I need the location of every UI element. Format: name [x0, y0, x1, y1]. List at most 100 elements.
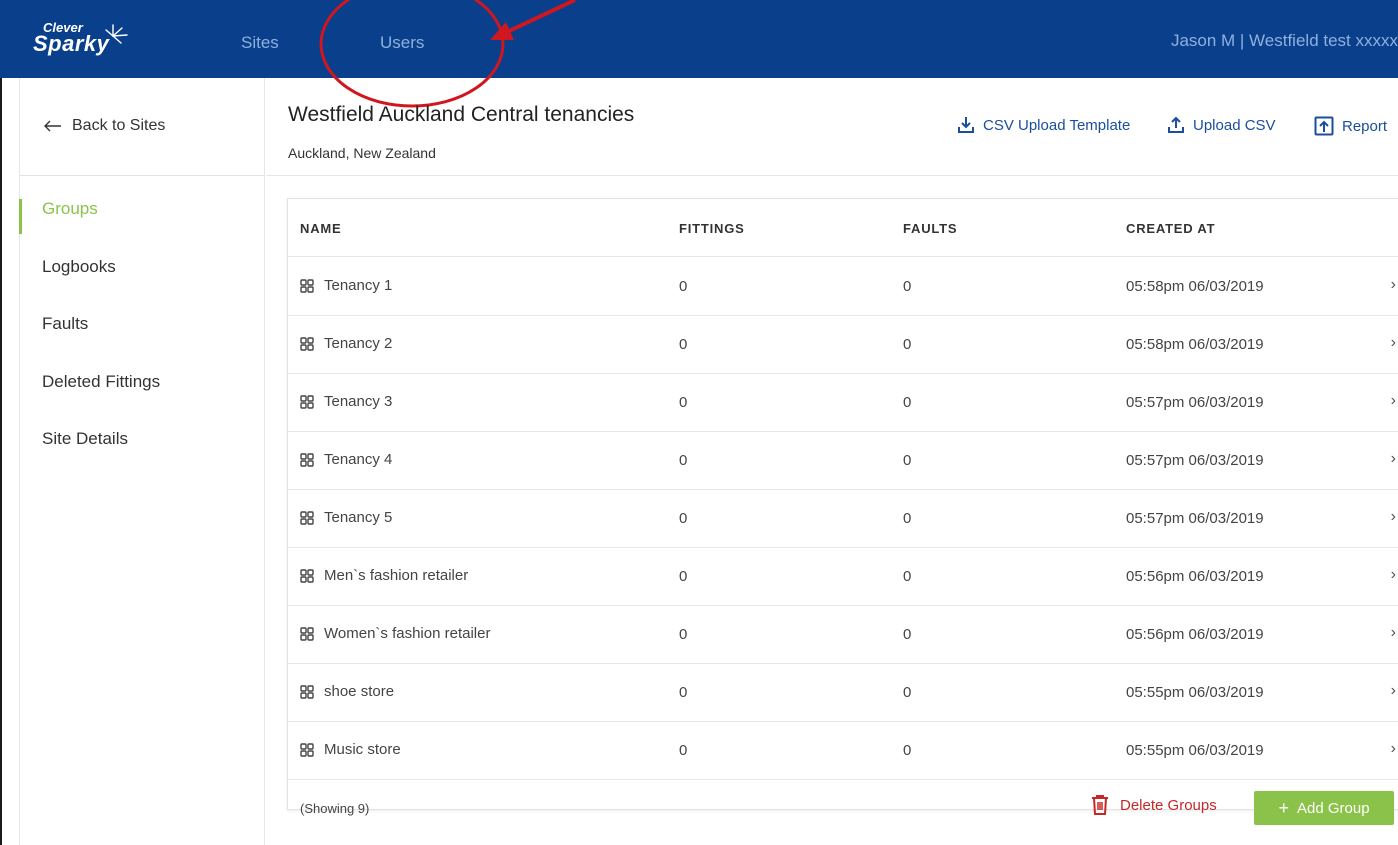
download-icon: [958, 117, 974, 133]
sidebar-item-groups[interactable]: Groups: [42, 199, 98, 219]
back-to-sites-link[interactable]: Back to Sites: [44, 117, 165, 135]
group-name-cell: Men`s fashion retailer: [300, 567, 468, 584]
logo-sparky-text: Sparky: [33, 31, 110, 56]
upload-csv-button[interactable]: Upload CSV: [1167, 116, 1276, 134]
faults-count: 0: [903, 278, 912, 295]
group-grid-icon: [300, 452, 314, 467]
table-row[interactable]: Tenancy 4 0 0 05:57pm 06/03/2019 ›: [288, 432, 1398, 490]
table-row[interactable]: Women`s fashion retailer 0 0 05:56pm 06/03/…: [288, 606, 1398, 664]
table-row[interactable]: Music store 0 0 05:55pm 06/03/2019 ›: [288, 722, 1398, 780]
page-title: Westfield Auckland Central tenancies: [288, 103, 635, 126]
created-at: 05:56pm 06/03/2019: [1126, 568, 1264, 585]
created-at: 05:57pm 06/03/2019: [1126, 510, 1264, 527]
group-name-cell: Tenancy 1: [300, 277, 392, 294]
created-at: 05:57pm 06/03/2019: [1126, 452, 1264, 469]
table-row[interactable]: Tenancy 1 0 0 05:58pm 06/03/2019 ›: [288, 258, 1398, 316]
table-row[interactable]: Tenancy 5 0 0 05:57pm 06/03/2019 ›: [288, 490, 1398, 548]
column-header-fittings[interactable]: FITTINGS: [679, 221, 745, 236]
chevron-right-icon[interactable]: ›: [1391, 566, 1396, 584]
created-at: 05:55pm 06/03/2019: [1126, 742, 1264, 759]
add-group-button[interactable]: + Add Group: [1254, 791, 1394, 825]
group-grid-icon: [300, 626, 314, 641]
report-button[interactable]: Report: [1314, 116, 1387, 136]
group-grid-icon: [300, 510, 314, 525]
plus-icon: +: [1278, 798, 1289, 818]
chevron-right-icon[interactable]: ›: [1391, 450, 1396, 468]
faults-count: 0: [903, 336, 912, 353]
fittings-count: 0: [679, 278, 688, 295]
table-row[interactable]: Tenancy 2 0 0 05:58pm 06/03/2019 ›: [288, 316, 1398, 374]
group-name: Tenancy 2: [324, 335, 393, 352]
chevron-right-icon[interactable]: ›: [1391, 682, 1396, 700]
page-subtitle: Auckland, New Zealand: [288, 145, 436, 161]
column-header-created-at[interactable]: CREATED AT: [1126, 221, 1215, 236]
group-name: Women`s fashion retailer: [324, 625, 491, 642]
group-grid-icon: [300, 336, 314, 351]
group-name: shoe store: [324, 683, 395, 700]
sidebar-item-deleted-fittings[interactable]: Deleted Fittings: [42, 372, 160, 392]
window-frame-edge: [0, 78, 20, 845]
table-row[interactable]: Men`s fashion retailer 0 0 05:56pm 06/03/20…: [288, 548, 1398, 606]
trash-icon: [1092, 795, 1108, 815]
chevron-right-icon[interactable]: ›: [1391, 334, 1396, 352]
group-name-cell: shoe store: [300, 683, 394, 700]
group-name-cell: Tenancy 3: [300, 393, 392, 410]
group-name-cell: Women`s fashion retailer: [300, 625, 490, 642]
fittings-count: 0: [679, 626, 688, 643]
group-grid-icon: [300, 568, 314, 583]
faults-count: 0: [903, 510, 912, 527]
chevron-right-icon[interactable]: ›: [1391, 624, 1396, 642]
group-name: Tenancy 5: [324, 509, 393, 526]
upload-icon: [1168, 116, 1184, 133]
faults-count: 0: [903, 626, 912, 643]
add-group-label: Add Group: [1296, 799, 1370, 817]
faults-count: 0: [903, 568, 912, 585]
chevron-right-icon[interactable]: ›: [1391, 392, 1396, 410]
csv-upload-template-button[interactable]: CSV Upload Template: [957, 116, 1130, 134]
sidebar-item-site-details[interactable]: Site Details: [42, 429, 128, 449]
nav-sites-link[interactable]: Sites: [241, 33, 279, 53]
fittings-count: 0: [679, 452, 688, 469]
chevron-right-icon[interactable]: ›: [1391, 508, 1396, 526]
spark-icon: [105, 24, 128, 44]
delete-groups-label: Delete Groups: [1120, 796, 1217, 814]
fittings-count: 0: [679, 742, 688, 759]
nav-users-link[interactable]: Users: [380, 33, 424, 53]
groups-table: NAME FITTINGS FAULTS CREATED AT Tenancy …: [287, 198, 1398, 816]
delete-groups-button[interactable]: Delete Groups: [1090, 794, 1217, 816]
group-name-cell: Tenancy 4: [300, 451, 392, 468]
column-header-faults[interactable]: FAULTS: [903, 221, 957, 236]
group-name: Music store: [324, 741, 401, 758]
chevron-right-icon[interactable]: ›: [1391, 740, 1396, 758]
column-header-name[interactable]: NAME: [300, 221, 341, 236]
chevron-right-icon[interactable]: ›: [1391, 276, 1396, 294]
faults-count: 0: [903, 394, 912, 411]
table-header: NAME FITTINGS FAULTS CREATED AT: [288, 199, 1398, 257]
fittings-count: 0: [679, 568, 688, 585]
back-to-sites-label: Back to Sites: [72, 117, 166, 134]
faults-count: 0: [903, 684, 912, 701]
sidebar-divider: [20, 175, 265, 176]
group-name-cell: Music store: [300, 741, 401, 758]
created-at: 05:58pm 06/03/2019: [1126, 336, 1264, 353]
csv-upload-template-label: CSV Upload Template: [983, 116, 1131, 134]
sidebar-item-faults[interactable]: Faults: [42, 314, 88, 334]
sidebar: Back to Sites Groups Logbooks Faults Del…: [19, 78, 265, 845]
group-grid-icon: [300, 394, 314, 409]
faults-count: 0: [903, 742, 912, 759]
fittings-count: 0: [679, 336, 688, 353]
fittings-count: 0: [679, 684, 688, 701]
group-grid-icon: [300, 742, 314, 757]
group-name: Men`s fashion retailer: [324, 567, 469, 584]
user-account-menu[interactable]: Jason M | Westfield test xxxxx: [1171, 31, 1398, 51]
group-grid-icon: [300, 684, 314, 699]
sidebar-item-logbooks[interactable]: Logbooks: [42, 257, 116, 277]
fittings-count: 0: [679, 394, 688, 411]
group-name: Tenancy 1: [324, 277, 393, 294]
arrow-left-icon: [44, 120, 61, 132]
fittings-count: 0: [679, 510, 688, 527]
table-row[interactable]: Tenancy 3 0 0 05:57pm 06/03/2019 ›: [288, 374, 1398, 432]
created-at: 05:55pm 06/03/2019: [1126, 684, 1264, 701]
table-row[interactable]: shoe store 0 0 05:55pm 06/03/2019 ›: [288, 664, 1398, 722]
clever-sparky-logo[interactable]: Clever Sparky: [33, 20, 143, 60]
